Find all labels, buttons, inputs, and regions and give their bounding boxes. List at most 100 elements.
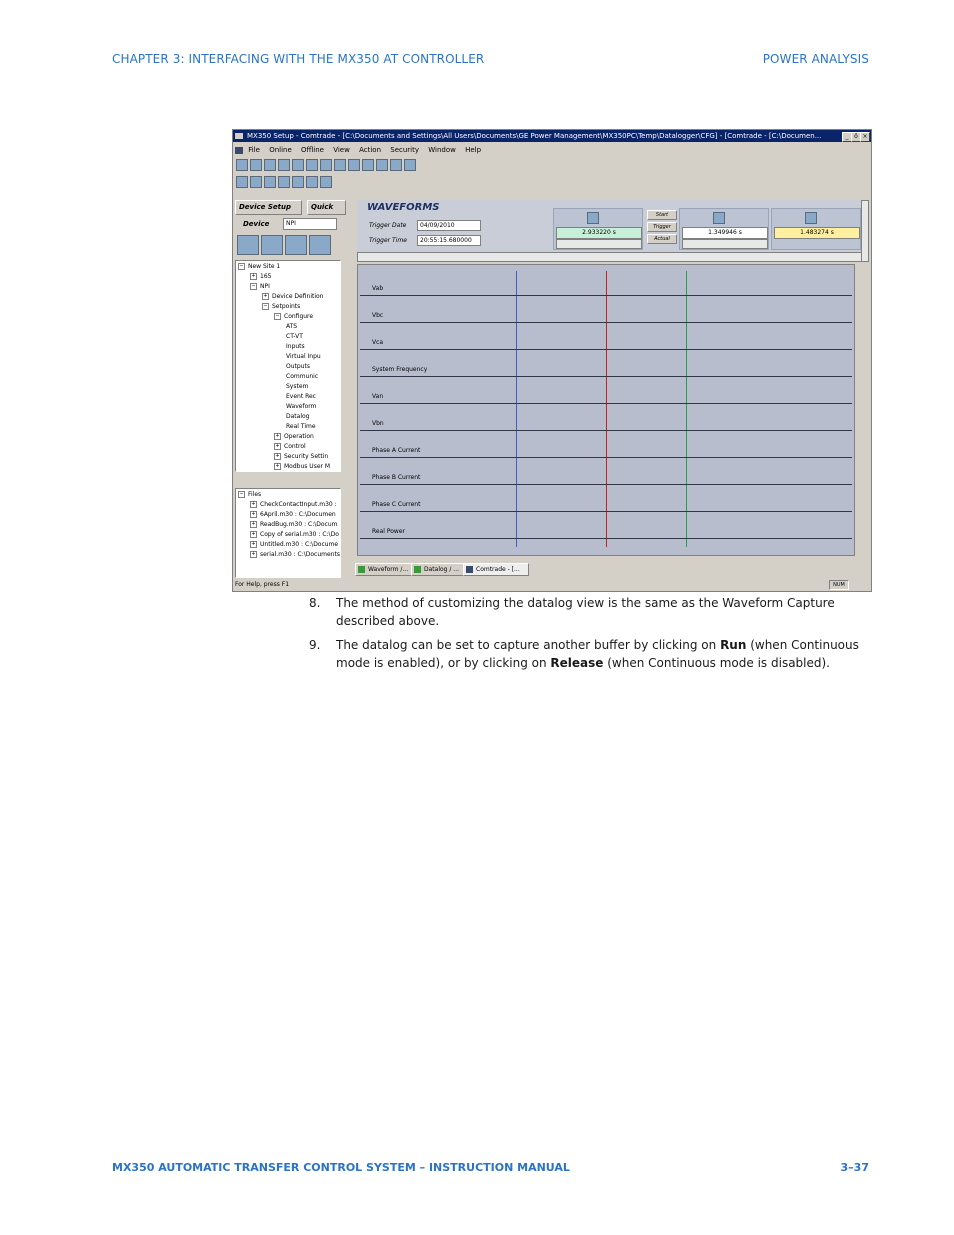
menu-online[interactable]: Online bbox=[269, 146, 292, 154]
tree-node[interactable]: Communic bbox=[286, 373, 318, 381]
toolbar-icon[interactable] bbox=[320, 159, 332, 171]
vertical-scrollbar[interactable] bbox=[861, 200, 869, 262]
toolbar-icon[interactable] bbox=[292, 176, 304, 188]
chapter-header: CHAPTER 3: INTERFACING WITH THE MX350 AT… bbox=[112, 52, 485, 66]
expand-toggle-icon[interactable]: + bbox=[274, 443, 281, 450]
edit-icon[interactable] bbox=[236, 176, 248, 188]
tab-comtrade[interactable]: Comtrade - [... bbox=[463, 563, 529, 576]
tree-node[interactable]: − NPI bbox=[250, 283, 270, 291]
expand-toggle-icon[interactable]: + bbox=[274, 453, 281, 460]
expand-toggle-icon[interactable]: + bbox=[250, 511, 257, 518]
dial-icon[interactable] bbox=[309, 235, 331, 255]
app-menu-icon[interactable] bbox=[235, 146, 243, 154]
tree-node[interactable]: + Operation bbox=[274, 433, 314, 441]
file-node[interactable]: + serial.m30 : C:\Documents bbox=[250, 551, 340, 559]
toolbar-icon[interactable] bbox=[362, 159, 374, 171]
tree-node[interactable]: + Modbus User M bbox=[274, 463, 330, 471]
tree-node[interactable]: Outputs bbox=[286, 363, 310, 371]
menu-action[interactable]: Action bbox=[359, 146, 381, 154]
file-node[interactable]: + ReadBug.m30 : C:\Docum bbox=[250, 521, 338, 529]
file-node[interactable]: +6April.m30 : C:\Documen bbox=[250, 511, 336, 519]
menu-window[interactable]: Window bbox=[428, 146, 456, 154]
expand-toggle-icon[interactable]: − bbox=[274, 313, 281, 320]
toolbar-icon[interactable] bbox=[250, 176, 262, 188]
expand-toggle-icon[interactable]: + bbox=[274, 433, 281, 440]
waveform-icon[interactable] bbox=[261, 235, 283, 255]
tab-datalog[interactable]: Datalog / ... bbox=[411, 563, 469, 576]
file-node[interactable]: + Copy of serial.m30 : C:\Do bbox=[250, 531, 339, 539]
tree-node[interactable]: + Device Definition bbox=[262, 293, 323, 301]
menu-security[interactable]: Security bbox=[390, 146, 419, 154]
file-node[interactable]: + Untitled.m30 : C:\Docume bbox=[250, 541, 338, 549]
toolbar-icon[interactable] bbox=[390, 159, 402, 171]
menu-offline[interactable]: Offline bbox=[301, 146, 324, 154]
tree-node[interactable]: ATS bbox=[286, 323, 297, 331]
tree-node-label: Virtual Inpu bbox=[286, 353, 321, 360]
expand-toggle-icon[interactable]: + bbox=[250, 541, 257, 548]
save-icon[interactable] bbox=[250, 159, 262, 171]
actual-button[interactable]: Actual bbox=[647, 234, 677, 244]
paste-icon[interactable] bbox=[292, 159, 304, 171]
step-8: 8. The method of customizing the datalog… bbox=[309, 594, 869, 630]
setup-icon[interactable] bbox=[237, 235, 259, 255]
trace-line bbox=[360, 376, 852, 377]
tree-node[interactable]: + Control bbox=[274, 443, 306, 451]
file-node[interactable]: − Files bbox=[238, 491, 261, 499]
expand-toggle-icon[interactable]: − bbox=[262, 303, 269, 310]
expand-toggle-icon[interactable]: + bbox=[250, 521, 257, 528]
expand-toggle-icon[interactable]: − bbox=[238, 263, 245, 270]
start-button[interactable]: Start bbox=[647, 210, 677, 220]
toolbar-icon[interactable] bbox=[334, 159, 346, 171]
tree-node[interactable]: Real Time bbox=[286, 423, 316, 431]
tree-node[interactable]: + Security Settin bbox=[274, 453, 328, 461]
tree-node[interactable]: Inputs bbox=[286, 343, 305, 351]
toolbar-icon[interactable] bbox=[376, 159, 388, 171]
device-select[interactable]: NPI bbox=[283, 218, 337, 230]
expand-toggle-icon[interactable]: − bbox=[250, 283, 257, 290]
menu-help[interactable]: Help bbox=[465, 146, 481, 154]
tab-device-setup[interactable]: Device Setup bbox=[235, 200, 302, 215]
tree-node[interactable]: Virtual Inpu bbox=[286, 353, 321, 361]
tree-node[interactable]: Event Rec bbox=[286, 393, 316, 401]
zoom-icon[interactable] bbox=[320, 176, 332, 188]
toolbar-icon[interactable] bbox=[264, 176, 276, 188]
toolbar-icon[interactable] bbox=[306, 159, 318, 171]
tree-node-label: Device Definition bbox=[272, 293, 324, 300]
copy-icon[interactable] bbox=[278, 159, 290, 171]
toolbar-icon[interactable] bbox=[348, 159, 360, 171]
menu-file[interactable]: File bbox=[248, 146, 260, 154]
open-icon[interactable] bbox=[236, 159, 248, 171]
tree-node[interactable]: − Configure bbox=[274, 313, 313, 321]
tab-waveform[interactable]: Waveform /... bbox=[355, 563, 415, 576]
menu-view[interactable]: View bbox=[333, 146, 350, 154]
expand-toggle-icon[interactable]: − bbox=[238, 491, 245, 498]
waveforms-header: WAVEFORMS Trigger Date 04/09/2010 Trigge… bbox=[357, 200, 861, 252]
expand-toggle-icon[interactable]: + bbox=[250, 551, 257, 558]
meter-icon[interactable] bbox=[285, 235, 307, 255]
tab-quick[interactable]: Quick bbox=[307, 200, 346, 215]
toolbar-icon[interactable] bbox=[404, 159, 416, 171]
expand-toggle-icon[interactable]: + bbox=[250, 273, 257, 280]
file-node[interactable]: + CheckContactInput.m30 : bbox=[250, 501, 337, 509]
chart-icon[interactable] bbox=[278, 176, 290, 188]
expand-toggle-icon[interactable]: + bbox=[274, 463, 281, 470]
close-button[interactable]: × bbox=[860, 132, 870, 142]
tree-node[interactable]: Datalog bbox=[286, 413, 309, 421]
toolbar-row-1 bbox=[235, 158, 417, 172]
cursor-2-scrollbar[interactable] bbox=[682, 239, 768, 249]
trace-line bbox=[360, 538, 852, 539]
toolbar-icon[interactable] bbox=[306, 176, 318, 188]
tree-node[interactable]: +165 bbox=[250, 273, 271, 281]
tree-node[interactable]: − Setpoints bbox=[262, 303, 300, 311]
tree-node[interactable]: Waveform bbox=[286, 403, 316, 411]
expand-toggle-icon[interactable]: + bbox=[250, 501, 257, 508]
expand-toggle-icon[interactable]: + bbox=[250, 531, 257, 538]
cursor-1-scrollbar[interactable] bbox=[556, 239, 642, 249]
trigger-button[interactable]: Trigger bbox=[647, 222, 677, 232]
tree-node[interactable]: CT-VT bbox=[286, 333, 303, 341]
horizontal-scrollbar[interactable] bbox=[357, 252, 863, 262]
tree-node[interactable]: − New Site 1 bbox=[238, 263, 280, 271]
expand-toggle-icon[interactable]: + bbox=[262, 293, 269, 300]
print-icon[interactable] bbox=[264, 159, 276, 171]
tree-node[interactable]: System bbox=[286, 383, 308, 391]
